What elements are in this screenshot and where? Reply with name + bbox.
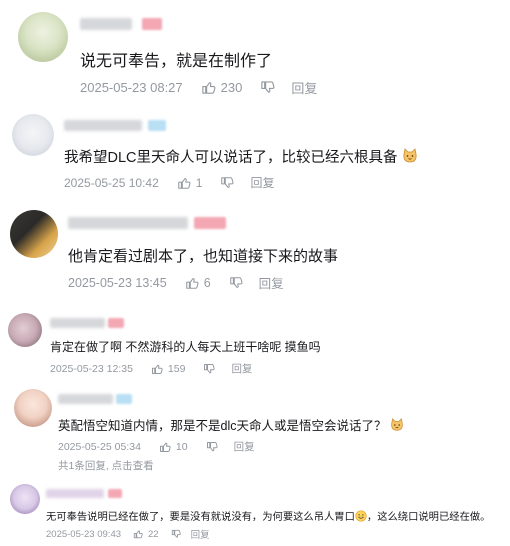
- comment-text: 说无可奉告，就是在制作了: [80, 53, 273, 70]
- like-count: 1: [195, 175, 203, 190]
- comment-text-body: 无可奉告说明已经在做了，要是没有就说没有，为何要这么吊人胃口: [46, 512, 355, 523]
- dislike-button[interactable]: [260, 80, 275, 95]
- like-button[interactable]: 1: [177, 176, 221, 190]
- level-badge: [116, 394, 132, 404]
- comment-text: 他肯定看过剧本了，也知道接下来的故事: [68, 248, 339, 265]
- comment-meta: 2025-05-23 08:27 230 回复: [80, 78, 317, 97]
- comment-item: 说无可奉告，就是在制作了 2025-05-23 08:27 230 回复: [0, 0, 510, 100]
- comment-text: 肯定在做了啊 不然游科的人每天上班干啥呢 摸鱼吗: [50, 340, 321, 354]
- like-button[interactable]: 10: [159, 441, 206, 453]
- dislike-button[interactable]: [203, 363, 216, 375]
- like-count: 230: [220, 80, 243, 95]
- avatar[interactable]: [8, 313, 42, 347]
- username-blurred[interactable]: [64, 120, 142, 131]
- dislike-button[interactable]: [171, 529, 181, 539]
- comment-meta: 2025-05-25 05:34 10 回复: [58, 439, 255, 454]
- like-button[interactable]: 230: [201, 80, 261, 95]
- thumb-up-icon: [151, 364, 163, 374]
- cat-emoji-icon: [390, 418, 404, 435]
- thumb-down-icon: [221, 176, 234, 188]
- comment-date: 2025-05-25 10:42: [64, 175, 159, 190]
- thumb-down-icon: [229, 276, 243, 288]
- avatar[interactable]: [14, 389, 52, 427]
- comment-item: 无可奉告说明已经在做了，要是没有就说没有，为何要这么吊人胃口 ，这么绕口说明已经在…: [0, 480, 510, 546]
- like-count: 159: [167, 362, 186, 375]
- comment-meta: 2025-05-23 13:45 6 回复: [68, 273, 284, 292]
- reply-button[interactable]: 回复: [291, 78, 317, 97]
- reply-button[interactable]: 回复: [250, 174, 274, 191]
- level-badge: [142, 18, 162, 30]
- thumb-up-icon: [159, 442, 171, 452]
- cat-emoji-icon: [402, 148, 418, 168]
- dislike-button[interactable]: [206, 441, 218, 453]
- thumb-down-icon: [206, 441, 218, 451]
- avatar[interactable]: [10, 484, 40, 514]
- reply-button[interactable]: 回复: [234, 439, 255, 454]
- comment-text: 无可奉告说明已经在做了，要是没有就说没有，为何要这么吊人胃口 ，这么绕口说明已经在…: [46, 508, 490, 525]
- avatar[interactable]: [18, 12, 68, 62]
- level-badge: [194, 217, 226, 229]
- dislike-button[interactable]: [220, 176, 234, 190]
- comment-item: 肯定在做了啊 不然游科的人每天上班干啥呢 摸鱼吗 2025-05-23 12:3…: [0, 305, 510, 385]
- comment-item: 我希望DLC里天命人可以说话了，比较已经六根具备 2025-05-25 10:4…: [0, 100, 510, 200]
- reply-button[interactable]: 回复: [231, 361, 252, 376]
- thumb-down-icon: [261, 81, 275, 93]
- comment-date: 2025-05-23 09:43: [46, 528, 122, 540]
- like-count: 10: [175, 440, 188, 453]
- comment-meta: 2025-05-25 10:42 1 回复: [64, 174, 274, 191]
- like-button[interactable]: 22: [133, 529, 171, 540]
- avatar[interactable]: [12, 114, 54, 156]
- username-blurred[interactable]: [50, 318, 105, 328]
- like-button[interactable]: 159: [151, 363, 204, 375]
- comment-meta: 2025-05-23 09:43 22 回复: [46, 527, 210, 542]
- comment-date: 2025-05-23 08:27: [80, 80, 183, 95]
- reply-button[interactable]: 回复: [191, 527, 210, 541]
- comment-date: 2025-05-25 05:34: [58, 440, 141, 453]
- comment-text-tail: ，这么绕口说明已经在做。: [366, 512, 491, 523]
- comment-date: 2025-05-23 12:35: [50, 362, 133, 375]
- comment-text-body: 我希望DLC里天命人可以说话了，比较已经六根具备: [64, 150, 398, 166]
- view-replies-link[interactable]: 共1条回复, 点击查看: [58, 458, 154, 473]
- username-blurred[interactable]: [58, 394, 113, 404]
- level-badge: [148, 120, 166, 131]
- username-blurred[interactable]: [68, 217, 188, 229]
- thumb-up-icon: [185, 277, 199, 289]
- grin-emoji-icon: [355, 510, 367, 525]
- comment-text: 我希望DLC里天命人可以说话了，比较已经六根具备: [64, 146, 418, 168]
- thumb-down-icon: [171, 529, 181, 538]
- comment-item: 英配悟空知道内情，那是不是dlc天命人或是悟空会说话了？ 2025-05-25 …: [0, 385, 510, 480]
- level-badge: [108, 318, 124, 328]
- reply-button[interactable]: 回复: [259, 273, 284, 292]
- like-count: 22: [148, 528, 159, 540]
- comment-text-body: 英配悟空知道内情，那是不是dlc天命人或是悟空会说话了？: [58, 419, 387, 433]
- comment-item: 他肯定看过剧本了，也知道接下来的故事 2025-05-23 13:45 6 回复: [0, 200, 510, 305]
- avatar[interactable]: [10, 210, 58, 258]
- comment-text: 英配悟空知道内情，那是不是dlc天命人或是悟空会说话了？: [58, 415, 404, 435]
- level-badge: [108, 489, 122, 498]
- thumb-up-icon: [133, 530, 143, 539]
- thumb-up-icon: [201, 82, 216, 94]
- comment-date: 2025-05-23 13:45: [68, 275, 167, 290]
- username-blurred[interactable]: [46, 489, 104, 498]
- dislike-button[interactable]: [229, 276, 243, 290]
- thumb-down-icon: [204, 363, 216, 373]
- username-blurred[interactable]: [80, 18, 132, 30]
- like-count: 6: [203, 275, 211, 290]
- comment-meta: 2025-05-23 12:35 159 回复: [50, 361, 252, 376]
- thumb-up-icon: [177, 177, 191, 189]
- like-button[interactable]: 6: [185, 276, 229, 290]
